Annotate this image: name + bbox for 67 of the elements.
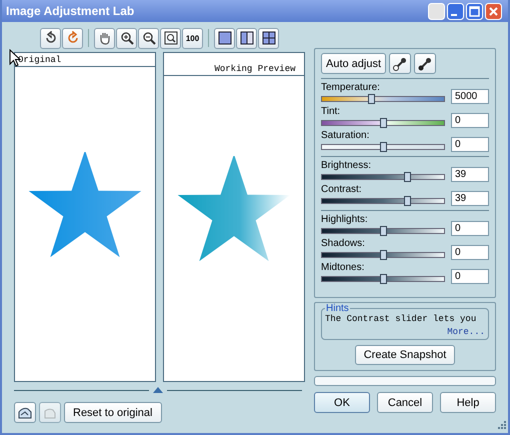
reset-button[interactable]: Reset to original: [64, 402, 162, 423]
pane-label: Original: [18, 54, 62, 66]
hint-text: The Contrast slider lets you: [325, 314, 478, 324]
single-button[interactable]: [214, 28, 235, 48]
hand-button[interactable]: [94, 28, 115, 48]
zoom-100-button[interactable]: 100: [182, 28, 203, 48]
slider-thumb[interactable]: [380, 226, 387, 236]
maximize-icon[interactable]: [466, 2, 483, 20]
slider-thumb[interactable]: [380, 118, 387, 128]
rotate-right-icon: [66, 31, 80, 45]
slider-label: Shadows:: [321, 238, 366, 250]
slider-track[interactable]: [321, 252, 445, 258]
dialog-button[interactable]: OK: [314, 392, 370, 413]
split-view-icon: [240, 31, 254, 45]
create-snapshot-button[interactable]: Create Snapshot: [354, 345, 456, 365]
slider-label: Brightness:: [321, 160, 372, 172]
slider-label: Contrast:: [321, 184, 363, 196]
hand-icon: [98, 31, 112, 45]
slider-track[interactable]: [321, 198, 445, 204]
slider-thumb[interactable]: [404, 172, 412, 182]
slider-label: Highlights:: [321, 214, 369, 226]
zoom-fit-icon: [164, 31, 178, 45]
resize-grip-icon[interactable]: [496, 421, 506, 431]
value-field[interactable]: 0: [451, 113, 489, 128]
slider-track[interactable]: [321, 174, 445, 180]
slider-thumb[interactable]: [368, 94, 375, 104]
slider-label: Temperature:: [321, 82, 381, 94]
pane-label: Working Preview: [214, 63, 296, 75]
dialog-button[interactable]: Help: [440, 392, 496, 413]
dialog-button[interactable]: Cancel: [377, 392, 433, 413]
slider-thumb[interactable]: [380, 250, 387, 260]
slider-thumb[interactable]: [380, 274, 387, 284]
value-field[interactable]: 39: [451, 191, 489, 206]
zoom-out-icon: [142, 31, 156, 45]
slider-track[interactable]: [321, 276, 445, 282]
rotate-left-icon: [44, 31, 58, 45]
zoom-in-icon: [120, 31, 134, 45]
hints-title: Hints: [325, 303, 350, 314]
slider-label: Tint:: [321, 106, 342, 118]
quad-button[interactable]: [258, 28, 279, 48]
slider-track[interactable]: [321, 96, 445, 102]
value-field[interactable]: 0: [451, 245, 489, 260]
zoom-in-button[interactable]: [116, 28, 137, 48]
zoom-out-button[interactable]: [138, 28, 159, 48]
split-button[interactable]: [236, 28, 257, 48]
rotate-left-button[interactable]: [40, 28, 61, 48]
slider-label: Midtones:: [321, 262, 366, 274]
value-field[interactable]: 5000: [451, 89, 489, 104]
value-field[interactable]: 0: [451, 269, 489, 284]
slider-thumb[interactable]: [380, 142, 387, 152]
slider-thumb[interactable]: [404, 196, 412, 206]
window-title: Image Adjustment Lab: [6, 4, 134, 18]
slider-track[interactable]: [321, 228, 445, 234]
single-view-icon: [218, 31, 232, 45]
value-field[interactable]: 0: [451, 137, 489, 152]
splitter-handle-icon[interactable]: [153, 387, 163, 393]
zoom-fit-button[interactable]: [160, 28, 181, 48]
slider-track[interactable]: [321, 144, 445, 150]
slider-track[interactable]: [321, 120, 445, 126]
value-field[interactable]: 39: [451, 167, 489, 182]
auto-adjust-button[interactable]: Auto adjust: [321, 53, 386, 74]
more-link[interactable]: More...: [447, 327, 485, 337]
close-icon[interactable]: [485, 2, 502, 20]
slider-label: Saturation:: [321, 130, 370, 142]
value-field[interactable]: 0: [451, 221, 489, 236]
quad-view-icon: [262, 31, 276, 45]
minimize-icon[interactable]: [447, 2, 464, 20]
